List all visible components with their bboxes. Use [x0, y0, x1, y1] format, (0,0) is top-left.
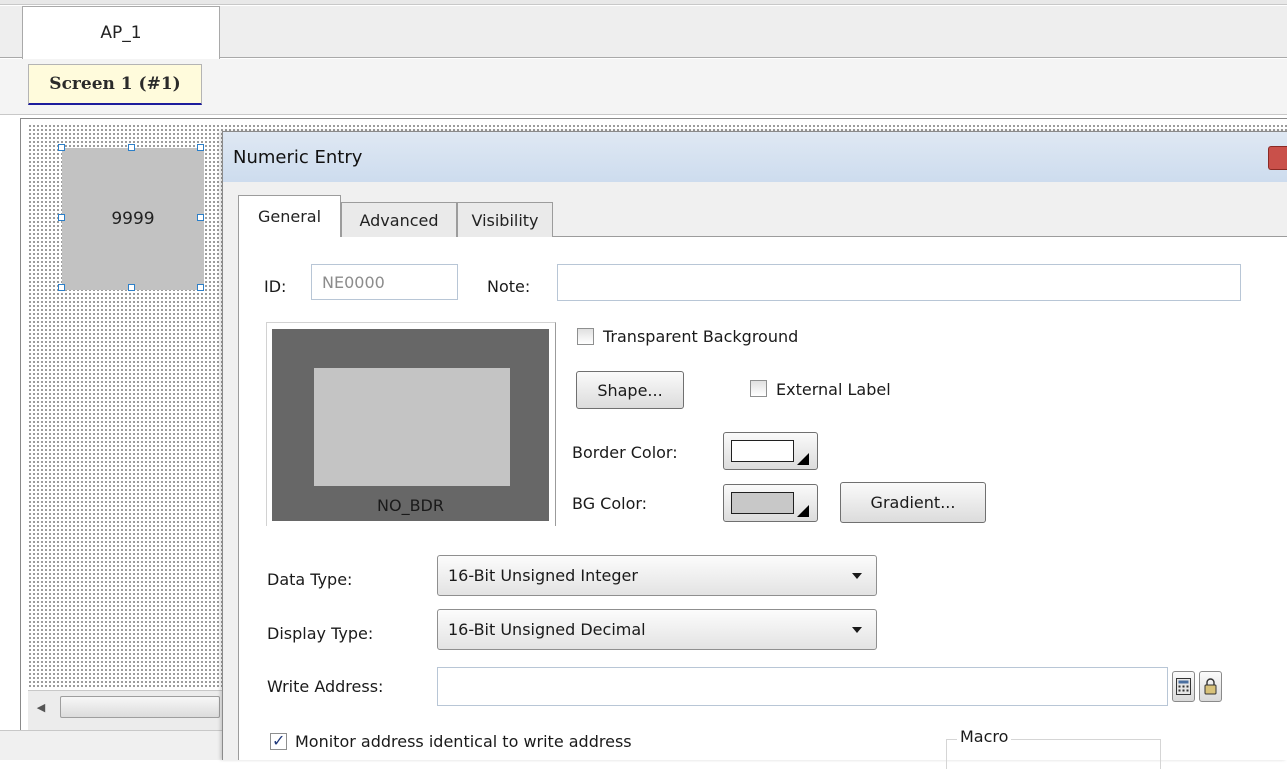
- keypad-icon: [1176, 678, 1191, 695]
- selection-handle[interactable]: [128, 144, 135, 151]
- display-type-select[interactable]: 16-Bit Unsigned Decimal: [437, 609, 877, 650]
- note-field[interactable]: [557, 264, 1241, 301]
- gradient-button-label: Gradient...: [870, 493, 956, 512]
- selection-handle[interactable]: [197, 284, 204, 291]
- chevron-down-icon: [852, 573, 862, 579]
- id-label: ID:: [264, 277, 287, 296]
- border-color-picker[interactable]: [723, 432, 818, 470]
- preview-shape-name: NO_BDR: [377, 496, 444, 515]
- dropdown-arrow-icon: [797, 505, 809, 517]
- data-type-value: 16-Bit Unsigned Integer: [448, 566, 638, 585]
- transparent-background-label: Transparent Background: [603, 327, 799, 346]
- numeric-entry-widget[interactable]: 9999: [62, 148, 204, 290]
- address-lock-icon[interactable]: [1199, 671, 1222, 702]
- selection-handle[interactable]: [128, 284, 135, 291]
- shape-button-label: Shape...: [597, 380, 663, 400]
- selection-handle[interactable]: [197, 214, 204, 221]
- id-value: NE0000: [322, 272, 385, 292]
- external-label-label: External Label: [776, 380, 891, 399]
- document-tab[interactable]: AP_1: [22, 6, 220, 59]
- bg-color-swatch: [731, 492, 794, 514]
- selection-handle[interactable]: [58, 144, 65, 151]
- status-bar: [0, 730, 225, 760]
- external-label-checkbox[interactable]: [750, 380, 767, 397]
- close-icon[interactable]: [1268, 146, 1287, 170]
- dropdown-arrow-icon: [797, 453, 809, 465]
- dialog-title[interactable]: Numeric Entry: [223, 132, 1287, 182]
- display-type-label: Display Type:: [267, 624, 374, 643]
- selection-handle[interactable]: [58, 214, 65, 221]
- bg-color-label: BG Color:: [572, 494, 648, 513]
- display-type-value: 16-Bit Unsigned Decimal: [448, 620, 646, 639]
- tab-visibility[interactable]: Visibility: [457, 202, 553, 237]
- address-keypad-icon[interactable]: [1172, 671, 1195, 702]
- preview-shape-fill: [314, 368, 510, 486]
- bg-color-picker[interactable]: [723, 484, 818, 522]
- id-field[interactable]: NE0000: [311, 264, 458, 300]
- screen-tab[interactable]: Screen 1 (#1): [28, 64, 202, 105]
- monitor-identical-checkbox[interactable]: [270, 731, 287, 750]
- write-address-field[interactable]: [437, 667, 1168, 706]
- border-color-label: Border Color:: [572, 443, 678, 462]
- note-label: Note:: [487, 277, 531, 296]
- write-address-label: Write Address:: [267, 677, 384, 696]
- tab-general[interactable]: General: [238, 195, 341, 237]
- selection-handle[interactable]: [197, 144, 204, 151]
- widget-value-text: 9999: [111, 209, 155, 229]
- lock-icon: [1204, 678, 1217, 695]
- gradient-button[interactable]: Gradient...: [840, 482, 986, 523]
- data-type-label: Data Type:: [267, 570, 353, 589]
- transparent-background-checkbox[interactable]: [577, 328, 594, 345]
- chevron-down-icon: [852, 627, 862, 633]
- shape-button[interactable]: Shape...: [576, 371, 684, 409]
- monitor-identical-label: Monitor address identical to write addre…: [295, 732, 632, 751]
- scroll-left-arrow-icon[interactable]: ◀: [30, 696, 52, 718]
- data-type-select[interactable]: 16-Bit Unsigned Integer: [437, 555, 877, 596]
- macro-group-label: Macro: [957, 727, 1012, 746]
- top-border: [0, 0, 1287, 5]
- scrollbar-thumb[interactable]: [60, 696, 220, 718]
- border-color-swatch: [731, 440, 794, 462]
- tab-advanced[interactable]: Advanced: [341, 202, 457, 237]
- selection-handle[interactable]: [58, 284, 65, 291]
